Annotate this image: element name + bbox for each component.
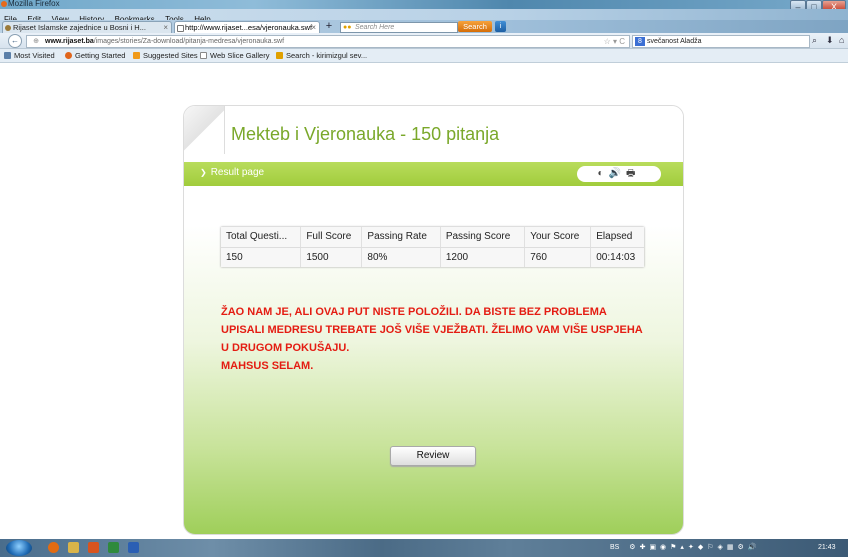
header-your-score: Your Score (524, 227, 592, 248)
home-icon[interactable]: ⌂ (839, 35, 844, 46)
bookmark-label: Most Visited (14, 51, 55, 60)
bookmark-suggested-sites[interactable]: Suggested Sites (133, 49, 198, 62)
back-button[interactable]: ← (8, 34, 22, 48)
toolbar-search-button[interactable]: Search (458, 21, 492, 32)
results-table: Total Questi... Full Score Passing Rate … (221, 227, 644, 267)
table-row: 150 1500 80% 1200 760 00:14:03 (221, 247, 644, 267)
explorer-taskbar-icon[interactable] (68, 542, 79, 553)
app-title: Mekteb i Vjeronauka - 150 pitanja (231, 124, 500, 144)
search-engine-input[interactable]: 8 svečanost Aladža (632, 35, 810, 48)
value-total-questions: 150 (221, 247, 302, 267)
bookmark-label: Search - kirimizgul sev... (286, 51, 368, 60)
tab-label: http://www.rijaset...esa/vjeronauka.swf (185, 23, 313, 32)
url-host: www.rijaset.ba (45, 38, 94, 45)
firefox-logo-icon (1, 1, 7, 7)
site-favicon-icon (5, 25, 11, 31)
bookmark-label: Getting Started (75, 51, 126, 60)
navigation-bar: ← ⊕ www.rijaset.ba/images/stories/Za-down… (0, 33, 848, 49)
page-content: Mekteb i Vjeronauka - 150 pitanja ❯ Resul… (0, 63, 848, 539)
bookmark-getting-started[interactable]: Getting Started (65, 49, 125, 62)
arrow-right-icon: ❯ (200, 168, 207, 177)
suggested-sites-icon (133, 52, 140, 59)
firefox-taskbar-icon[interactable] (48, 542, 59, 553)
table-header-row: Total Questi... Full Score Passing Rate … (221, 227, 644, 248)
message-line: UPISALI MEDRESU TREBATE JOŠ VIŠE VJEŽBAT… (221, 324, 643, 336)
page-icon (200, 52, 207, 59)
header-passing-score: Passing Score (440, 227, 526, 248)
tab-label: Rijaset Islamske zajednice u Bosni i H..… (13, 23, 146, 32)
section-label: Result page (210, 167, 265, 178)
bookmark-label: Web Slice Gallery (210, 51, 270, 60)
page-favicon-icon (177, 25, 184, 32)
search-logo-icon: ●● (343, 24, 352, 31)
system-tray: BS ⚙✚▣◉⚑▴✦◆⚐◈▦⚙🔊 (610, 539, 760, 557)
taskbar: BS ⚙✚▣◉⚑▴✦◆⚐◈▦⚙🔊 21:43 (0, 539, 848, 557)
bookmarks-bar: Most Visited Getting Started Suggested S… (0, 49, 848, 63)
tools-group[interactable]: ◐🔊🖶 (577, 166, 661, 182)
window-titlebar: Mozilla Firefox (0, 0, 848, 9)
page-curl-decoration (184, 106, 225, 154)
message-line: U DRUGOM POKUŠAJU. (221, 342, 350, 354)
excel-taskbar-icon[interactable] (108, 542, 119, 553)
menu-bar: File Edit View History Bookmarks Tools H… (0, 9, 848, 24)
tools-icons[interactable]: ◐🔊🖶 (598, 168, 641, 179)
bookmark-web-slice-gallery[interactable]: Web Slice Gallery (200, 49, 269, 62)
message-line: ŽAO NAM JE, ALI OVAJ PUT NISTE POLOŽILI.… (221, 306, 607, 318)
header-full-score: Full Score (300, 227, 363, 248)
search-engine-value: svečanost Aladža (647, 38, 702, 45)
site-identity-icon: ⊕ (33, 38, 39, 45)
value-passing-score: 1200 (440, 247, 526, 267)
value-your-score: 760 (524, 247, 592, 267)
new-tab-button[interactable]: + (323, 21, 335, 32)
tab-close-icon[interactable]: × (163, 22, 168, 33)
value-passing-rate: 80% (361, 247, 441, 267)
tab-close-icon[interactable]: × (311, 22, 316, 33)
toolbar-info-icon[interactable]: i (495, 21, 506, 32)
bookmarks-folder-icon (4, 52, 11, 59)
tab-rijaset[interactable]: Rijaset Islamske zajednice u Bosni i H..… (2, 21, 172, 33)
tab-bar: Rijaset Islamske zajednice u Bosni i H..… (0, 20, 848, 33)
review-button[interactable]: Review (390, 446, 476, 466)
download-icon[interactable]: ⬇ (826, 35, 834, 46)
result-message: ŽAO NAM JE, ALI OVAJ PUT NISTE POLOŽILI.… (221, 303, 681, 375)
url-bar[interactable]: ⊕ www.rijaset.ba/images/stories/Za-downlo… (26, 35, 630, 48)
powerpoint-taskbar-icon[interactable] (88, 542, 99, 553)
header-elapsed: Elapsed (590, 227, 644, 248)
value-full-score: 1500 (300, 247, 363, 267)
bookmark-label: Suggested Sites (143, 51, 198, 60)
message-line: MAHSUS SELAM. (221, 360, 314, 372)
firefox-icon (65, 52, 72, 59)
tray-icons[interactable]: ⚙✚▣◉⚑▴✦◆⚐◈▦⚙🔊 (629, 544, 760, 551)
bookmark-search[interactable]: Search - kirimizgul sev... (276, 49, 367, 62)
section-bar: ❯ Result page ◐🔊🖶 (184, 162, 683, 186)
url-actions-icon[interactable]: ☆ ▾ C (604, 36, 625, 47)
search-icon[interactable]: ⌕ (812, 35, 817, 46)
language-indicator[interactable]: BS (610, 544, 619, 551)
search-placeholder: Search Here (355, 24, 395, 31)
header-total-questions: Total Questi... (221, 227, 302, 248)
word-taskbar-icon[interactable] (128, 542, 139, 553)
toolbar-search-input[interactable]: ●● Search Here (340, 22, 458, 33)
search-engine-icon[interactable]: 8 (635, 37, 645, 46)
window-title: Mozilla Firefox (8, 0, 60, 8)
start-button-icon[interactable] (6, 540, 32, 556)
panel-header: Mekteb i Vjeronauka - 150 pitanja (184, 106, 683, 162)
quiz-result-panel: Mekteb i Vjeronauka - 150 pitanja ❯ Resul… (183, 105, 684, 535)
value-elapsed: 00:14:03 (596, 251, 636, 263)
section-title: ❯ Result page (200, 167, 264, 178)
bookmark-most-visited[interactable]: Most Visited (4, 49, 55, 62)
url-path: /images/stories/Za-download/pitanja-medr… (93, 38, 285, 45)
tab-vjeronauka[interactable]: http://www.rijaset...esa/vjeronauka.swf … (174, 21, 320, 33)
taskbar-clock[interactable]: 21:43 (818, 539, 836, 557)
search-logo-icon (276, 52, 283, 59)
header-passing-rate: Passing Rate (361, 227, 441, 248)
